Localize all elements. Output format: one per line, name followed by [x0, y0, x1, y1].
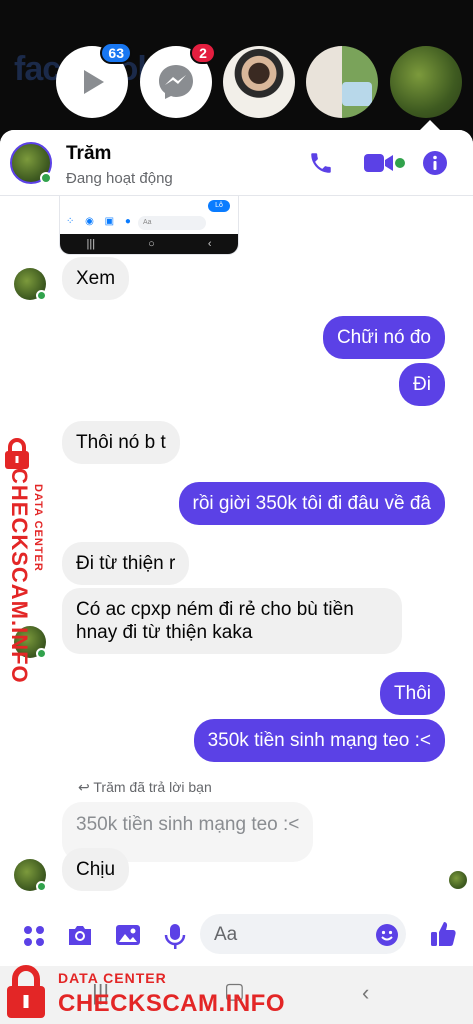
seen-receipt-avatar [449, 871, 467, 889]
back-icon[interactable]: ‹ [362, 980, 369, 1006]
message-composer: Aa [0, 904, 473, 966]
chat-head-avatar-1[interactable] [223, 46, 295, 118]
message-bubble-in[interactable]: Có ac cpxp ném đi rẻ cho bù tiền hnay đi… [62, 588, 402, 654]
message-input-placeholder: Aa [214, 924, 238, 945]
apps-grid-icon[interactable] [22, 924, 46, 948]
play-icon [84, 70, 104, 94]
emoji-icon[interactable] [375, 923, 399, 947]
image-attachment[interactable]: ⁘ ◉ ▣ ● Aa Lô ||| ○ ‹ [60, 196, 238, 254]
chat-heads-bar: facebook 63 2 [0, 0, 473, 140]
messenger-icon [159, 65, 193, 99]
sender-online-dot [36, 881, 47, 892]
side-watermark-brand: CHECKSCAM.INFO [7, 468, 32, 684]
attachment-bubble: Lô [208, 200, 230, 212]
padlock-icon [5, 438, 29, 469]
video-badge: 63 [100, 42, 132, 64]
attachment-toolbar-icons: ⁘ ◉ ▣ ● [66, 216, 135, 227]
chat-panel: Trăm Đang hoạt động ⁘ ◉ ▣ ● Aa Lô ||| ○ ‹ [0, 130, 473, 966]
microphone-icon[interactable] [164, 922, 186, 950]
messenger-badge: 2 [190, 42, 216, 64]
video-available-dot [395, 158, 405, 168]
chat-head-avatar-active[interactable] [390, 46, 462, 118]
padlock-icon [7, 965, 45, 1018]
camera-icon[interactable] [66, 922, 94, 948]
attachment-navbar: ||| ○ ‹ [60, 234, 238, 254]
message-bubble-out[interactable]: rồi giời 350k tôi đi đâu về đâ [178, 482, 445, 525]
attachment-screen: ⁘ ◉ ▣ ● Aa Lô [60, 196, 238, 234]
reply-note-text: Trăm đã trả lời bạn [93, 779, 212, 795]
messenger-chat-head[interactable]: 2 [140, 42, 216, 118]
message-bubble-in[interactable]: Thôi nó b t [62, 421, 180, 464]
contact-status: Đang hoạt động [66, 170, 173, 187]
message-bubble-out[interactable]: Thôi [380, 672, 445, 715]
info-icon[interactable] [422, 150, 448, 176]
side-watermark-tagline: DATA CENTER [32, 484, 44, 572]
contact-name[interactable]: Trăm [66, 143, 111, 165]
bottom-watermark: DATA CENTER CHECKSCAM.INFO [0, 962, 300, 1024]
sender-online-dot [36, 290, 47, 301]
phone-call-icon[interactable] [308, 150, 334, 176]
message-bubble-in[interactable]: Đi từ thiện r [62, 542, 190, 585]
message-bubble-out[interactable]: Đi [399, 363, 445, 406]
message-bubble-out[interactable]: Chữi nó đo [322, 316, 445, 359]
active-head-pointer [420, 120, 440, 130]
attachment-input: Aa [138, 216, 206, 230]
side-watermark: CHECKSCAM.INFO DATA CENTER [0, 438, 52, 684]
reply-arrow-icon: ↩ [78, 779, 94, 795]
bottom-watermark-tagline: DATA CENTER [58, 970, 167, 986]
avatar-photo-detail [342, 82, 372, 106]
message-bubble-out[interactable]: 350k tiền sinh mạng teo :< [193, 719, 445, 762]
video-chat-head[interactable]: 63 [56, 42, 132, 118]
message-list[interactable]: ⁘ ◉ ▣ ● Aa Lô ||| ○ ‹ Xem Chữi nó đo Đi Th… [0, 196, 473, 896]
like-thumb-icon[interactable] [430, 920, 456, 948]
bottom-watermark-brand: CHECKSCAM.INFO [58, 990, 285, 1017]
reply-indicator: ↩ Trăm đã trả lời bạn [78, 779, 212, 796]
chat-head-avatar-2[interactable] [306, 46, 378, 118]
chat-header: Trăm Đang hoạt động [0, 130, 473, 196]
online-indicator [40, 172, 52, 184]
gallery-icon[interactable] [114, 922, 142, 948]
message-bubble-in[interactable]: Xem [62, 257, 130, 300]
message-bubble-in[interactable]: Chịu [62, 848, 130, 891]
video-call-icon[interactable] [363, 152, 395, 174]
